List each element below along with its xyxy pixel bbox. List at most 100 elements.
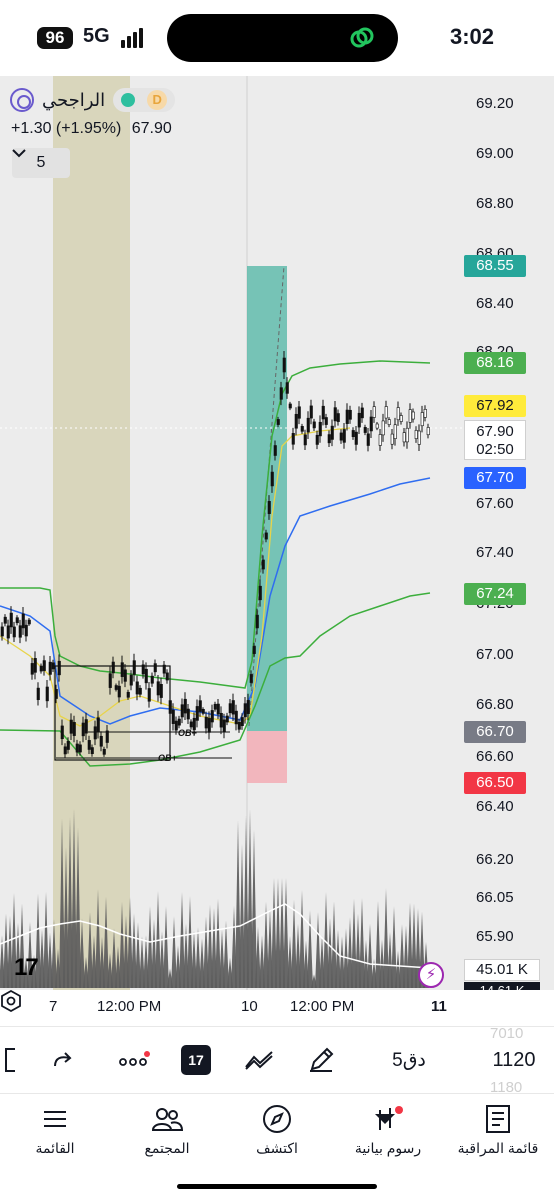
nav-menu[interactable]: القائمة — [5, 1102, 105, 1157]
candle-body — [261, 559, 265, 570]
candle-body — [186, 708, 190, 720]
fullscreen-icon[interactable] — [0, 1045, 20, 1075]
lightning-icon[interactable]: ⚡ — [418, 962, 444, 988]
candle-body — [309, 405, 313, 419]
nav-explore[interactable]: اكتشف — [227, 1102, 327, 1157]
candle-body — [168, 700, 172, 714]
candle-body — [153, 663, 157, 673]
candle-body — [84, 719, 88, 734]
nav-watchlist[interactable]: قائمة المراقبة — [448, 1102, 548, 1157]
candle-body — [27, 619, 31, 625]
candle-body — [18, 625, 22, 638]
candle-body — [312, 421, 316, 429]
current-price: 67.90 — [476, 423, 514, 440]
last-price: 67.90 — [131, 120, 172, 137]
drawing-pen-icon[interactable] — [306, 1045, 336, 1075]
candle-body — [138, 687, 142, 695]
bottom-nav: القائمة المجتمع اكتشف رسوم بيانية قائمة … — [0, 1093, 554, 1200]
tradingview-logo-icon: 17 — [14, 954, 39, 981]
network-type: 5G — [83, 25, 110, 47]
candle-body — [243, 703, 247, 718]
chart-area[interactable]: OB+ OB+ الراجحي D +1.30 (+1.95%) 67.90 5… — [0, 76, 554, 1026]
candle-body — [114, 685, 118, 690]
candle-body — [132, 660, 136, 675]
candle-body — [120, 662, 124, 677]
candle-body — [384, 406, 388, 419]
candle-body — [327, 434, 331, 444]
candle-body — [216, 703, 220, 715]
time-tick: 10 — [241, 998, 258, 1015]
candle-body — [402, 432, 406, 443]
time-tick: 11 — [431, 998, 447, 1015]
candle-body — [36, 687, 40, 701]
price-tick: 67.60 — [476, 495, 514, 512]
candle-body — [306, 417, 310, 433]
candle-body — [126, 691, 130, 698]
interval-selector[interactable]: 5دق — [384, 1045, 434, 1075]
candle-body — [237, 721, 241, 730]
candle-body — [393, 424, 397, 439]
candle-body — [0, 626, 4, 637]
candle-body — [351, 430, 355, 437]
stop-price-badge: 66.50 — [464, 772, 526, 794]
entry-price-badge: 66.70 — [464, 721, 526, 743]
candle-body — [270, 471, 274, 487]
nav-community[interactable]: المجتمع — [117, 1102, 217, 1157]
more-options-icon[interactable] — [118, 1045, 152, 1075]
price-tick: 66.60 — [476, 748, 514, 765]
indicators-icon[interactable] — [242, 1045, 276, 1075]
candle-body — [141, 664, 145, 675]
candle-body — [294, 413, 298, 429]
candle-body — [345, 409, 349, 424]
ghost-value-top: 7010 — [490, 1025, 524, 1042]
candle-body — [357, 412, 361, 428]
candle-body — [174, 720, 178, 731]
data-status-pill[interactable]: D — [113, 88, 176, 112]
interval-value[interactable]: 1120 — [484, 1045, 544, 1075]
candle-body — [33, 658, 37, 673]
collapse-indicators-button[interactable]: 5 — [12, 148, 70, 178]
candle-body — [12, 626, 16, 638]
candle-body — [24, 624, 28, 637]
candle-body — [297, 406, 301, 419]
loss-zone[interactable] — [247, 731, 287, 783]
tradingview-menu-button[interactable]: 17 — [180, 1045, 212, 1075]
price-tick: 68.80 — [476, 195, 514, 212]
redo-icon[interactable] — [48, 1045, 78, 1075]
candle-body — [321, 405, 325, 420]
candle-body — [399, 415, 403, 422]
candle-body — [348, 409, 352, 420]
home-indicator — [177, 1184, 377, 1189]
price-tick: 66.05 — [476, 889, 514, 906]
price-tick: 69.00 — [476, 145, 514, 162]
current-price-box: 67.90 02:50 — [464, 420, 526, 460]
candle-body — [414, 430, 418, 439]
candle-body — [21, 613, 25, 629]
price-tick: 67.40 — [476, 544, 514, 561]
indicator-count: 5 — [36, 154, 46, 171]
symbol-legend[interactable]: الراجحي D — [10, 87, 176, 113]
candle-body — [123, 669, 127, 682]
candle-body — [201, 709, 205, 714]
candle-body — [144, 668, 148, 684]
settings-hexagon-icon[interactable] — [0, 990, 22, 1012]
candle-body — [147, 688, 151, 702]
candle-body — [300, 426, 304, 432]
candle-body — [423, 409, 427, 418]
session-highlight — [53, 76, 130, 990]
candle-body — [354, 431, 358, 445]
candle-body — [9, 612, 13, 628]
candle-body — [258, 585, 262, 601]
price-chart[interactable]: OB+ OB+ — [0, 76, 554, 1026]
time-tick: 12:00 PM — [97, 998, 162, 1015]
candle-body — [57, 660, 61, 676]
profit-zone[interactable] — [247, 266, 287, 731]
people-icon — [117, 1102, 217, 1136]
candle-body — [318, 421, 322, 437]
candle-body — [276, 419, 280, 425]
candle-body — [54, 689, 58, 699]
signal-icon — [121, 28, 147, 48]
nav-charts[interactable]: رسوم بيانية — [338, 1102, 438, 1157]
time-axis[interactable]: 7 12:00 PM 10 12:00 PM 11 — [0, 990, 554, 1026]
candle-body — [285, 382, 289, 394]
